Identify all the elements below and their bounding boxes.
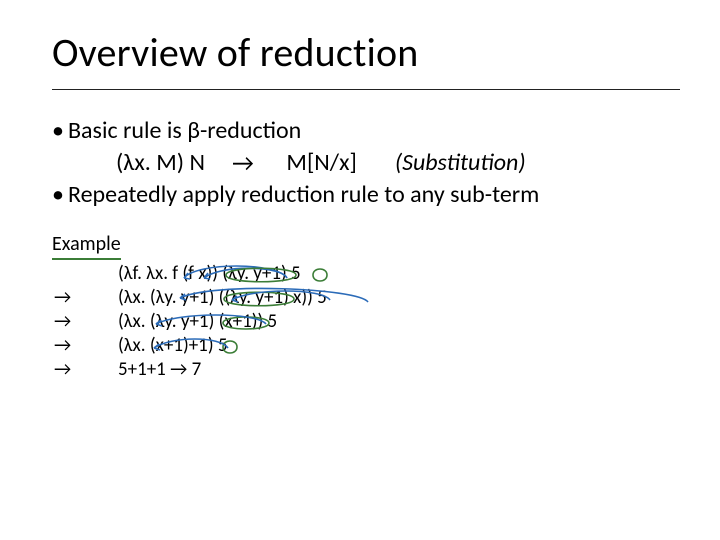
rule-lhs: (λx. M) N bbox=[116, 148, 205, 177]
example-block: Example (λf. λx. f (f x)) (λy. y+1) 5 → … bbox=[52, 212, 680, 382]
step-text: (λx. (x+1)+1) 5 bbox=[118, 334, 680, 358]
step-text: (λx. (λy. y+1) (x+1)) 5 bbox=[118, 310, 680, 334]
step-text: (λf. λx. f (f x)) (λy. y+1) 5 bbox=[118, 262, 680, 286]
example-step: (λf. λx. f (f x)) (λy. y+1) 5 bbox=[52, 262, 680, 286]
rule-rhs: M[N/x] bbox=[286, 148, 356, 177]
step-arrow: → bbox=[52, 286, 118, 310]
step-text: (λx. (λy. y+1) ((λy. y+1) x)) 5 bbox=[118, 286, 680, 310]
title-underline bbox=[52, 89, 680, 90]
step-arrow: → bbox=[52, 310, 118, 334]
example-step: → (λx. (x+1)+1) 5 bbox=[52, 334, 680, 358]
slide: Overview of reduction • Basic rule is β-… bbox=[0, 0, 720, 540]
example-step: → (λx. (λy. y+1) (x+1)) 5 bbox=[52, 310, 680, 334]
example-steps: (λf. λx. f (f x)) (λy. y+1) 5 → (λx. (λy… bbox=[52, 262, 680, 382]
body-content: • Basic rule is β-reduction (λx. M) N → … bbox=[52, 116, 680, 382]
bullet-2: • Repeatedly apply reduction rule to any… bbox=[52, 180, 680, 210]
step-arrow: → bbox=[52, 358, 118, 382]
example-step: → 5+1+1 → 7 bbox=[52, 358, 680, 382]
right-arrow-icon: → bbox=[232, 149, 254, 179]
example-step: → (λx. (λy. y+1) ((λy. y+1) x)) 5 bbox=[52, 286, 680, 310]
bullet-mark: • bbox=[52, 180, 68, 210]
slide-title: Overview of reduction bbox=[52, 28, 680, 77]
step-arrow: → bbox=[52, 334, 118, 358]
bullet-mark: • bbox=[52, 116, 68, 146]
bullet-1: • Basic rule is β-reduction bbox=[52, 116, 680, 146]
step-text: 5+1+1 → 7 bbox=[118, 358, 680, 382]
rule-label: (Substitution) bbox=[395, 148, 526, 177]
bullet-text: Basic rule is β-reduction bbox=[68, 116, 680, 146]
rule-line: (λx. M) N → M[N/x] (Substitution) bbox=[52, 148, 680, 178]
bullet-text: Repeatedly apply reduction rule to any s… bbox=[68, 180, 680, 210]
example-heading: Example bbox=[52, 232, 121, 260]
